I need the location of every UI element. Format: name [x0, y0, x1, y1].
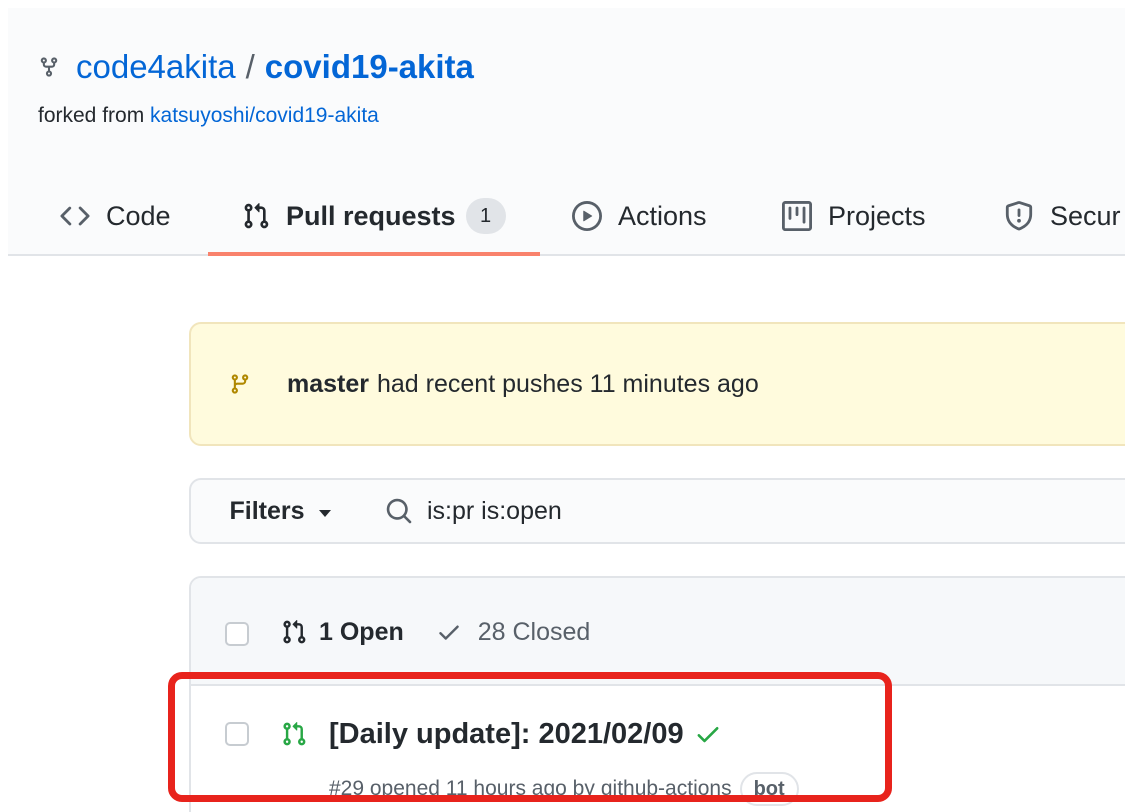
recent-push-banner: master had recent pushes 11 minutes ago: [189, 322, 1125, 446]
git-pull-request-icon: [244, 203, 269, 229]
open-filter[interactable]: 1 Open: [281, 618, 404, 647]
tab-security-label: Secur: [1050, 200, 1121, 231]
pull-request-row: [Daily update]: 2021/02/09 #29 opened 11…: [191, 686, 1125, 812]
tab-actions[interactable]: Actions: [572, 178, 707, 254]
repo-name-link[interactable]: covid19-akita: [265, 48, 474, 86]
repo-nav-tabs: Code Pull requests 1 Actions Projects Se…: [8, 178, 1125, 256]
git-pull-request-icon: [283, 619, 306, 644]
tab-security[interactable]: Secur: [1004, 178, 1121, 254]
pull-requests-counter: 1: [465, 198, 506, 234]
tab-pull-requests-label: Pull requests: [286, 200, 456, 231]
pull-request-checkbox[interactable]: [225, 722, 249, 746]
pull-request-author-link[interactable]: github-actions: [601, 777, 732, 801]
closed-filter-label: 28 Closed: [477, 617, 591, 646]
closed-filter[interactable]: 28 Closed: [436, 617, 591, 647]
recent-push-message: had recent pushes 11 minutes ago: [377, 369, 759, 398]
tab-code-label: Code: [106, 200, 171, 231]
selected-tab-underline: [208, 252, 540, 256]
open-filter-label: 1 Open: [319, 617, 404, 646]
project-icon: [782, 201, 812, 231]
tab-projects-label: Projects: [828, 200, 926, 231]
recent-push-branch[interactable]: master: [287, 370, 369, 399]
tab-code[interactable]: Code: [60, 178, 171, 254]
pull-request-opened-text: #29 opened 11 hours ago by: [329, 777, 595, 800]
check-icon: [439, 625, 459, 640]
filters-row: Filters: [189, 478, 1125, 544]
forked-from: forked from katsuyoshi/covid19-akita: [38, 104, 379, 128]
select-all-checkbox[interactable]: [225, 622, 249, 646]
search-input[interactable]: [427, 496, 1027, 526]
repo-title: code4akita / covid19-akita: [38, 44, 474, 90]
filters-button[interactable]: Filters: [189, 478, 371, 544]
filters-button-label: Filters: [229, 496, 305, 525]
search-box: [369, 478, 1125, 544]
pull-request-meta: #29 opened 11 hours ago by github-action…: [329, 772, 799, 806]
git-branch-icon: [231, 374, 249, 394]
forked-source-link[interactable]: katsuyoshi/covid19-akita: [150, 104, 379, 127]
search-icon: [386, 498, 412, 524]
pull-request-list-header: 1 Open 28 Closed: [191, 578, 1125, 686]
code-icon: [60, 206, 90, 226]
tab-projects[interactable]: Projects: [782, 178, 926, 254]
pull-request-title-line: [Daily update]: 2021/02/09: [281, 714, 722, 754]
check-icon[interactable]: [694, 720, 722, 748]
state-filters: 1 Open 28 Closed: [281, 614, 590, 650]
git-pull-request-open-icon: [283, 721, 306, 746]
caret-down-icon: [318, 509, 331, 517]
pull-request-list: 1 Open 28 Closed [Daily update]: 2021/02…: [189, 576, 1125, 812]
repo-owner-link[interactable]: code4akita: [76, 48, 236, 86]
bot-label: bot: [739, 772, 799, 806]
repo-header: code4akita / covid19-akita forked from k…: [8, 8, 1125, 256]
shield-icon: [1005, 201, 1033, 231]
repo-forked-icon: [40, 57, 58, 77]
github-page: code4akita / covid19-akita forked from k…: [0, 0, 1125, 812]
tab-actions-label: Actions: [618, 200, 707, 231]
tab-pull-requests[interactable]: Pull requests 1: [242, 178, 506, 254]
pull-request-title-link[interactable]: [Daily update]: 2021/02/09: [329, 718, 684, 751]
play-icon: [572, 201, 602, 231]
repo-separator: /: [245, 48, 255, 85]
forked-from-label: forked from: [38, 104, 145, 127]
